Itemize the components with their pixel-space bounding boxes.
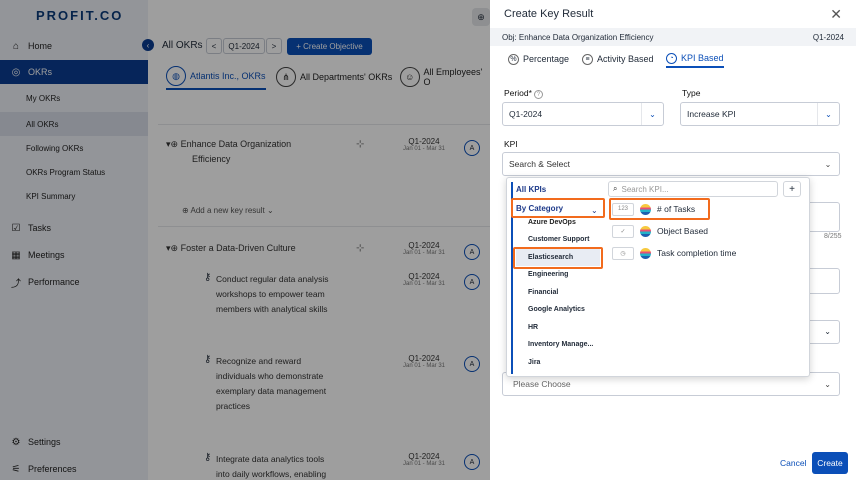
kpi-placeholder: Search & Select bbox=[509, 159, 570, 169]
by-category-highlight bbox=[511, 198, 605, 218]
clock-type-icon: ◷ bbox=[612, 246, 634, 260]
create-button[interactable]: Create bbox=[812, 452, 848, 474]
kpi-icon: ◔ bbox=[666, 52, 677, 64]
type-select[interactable]: Increase KPI ⌄ bbox=[680, 102, 840, 126]
chevron-down-icon: ⌄ bbox=[817, 103, 839, 125]
elasticsearch-highlight bbox=[513, 247, 603, 269]
kpi-tasks-highlight bbox=[609, 198, 710, 220]
category-item[interactable]: Customer Support bbox=[528, 236, 589, 243]
kpi-search-input[interactable]: ⌕ Search KPI... bbox=[608, 181, 778, 197]
objective-name: Obj: Enhance Data Organization Efficienc… bbox=[502, 32, 654, 42]
chevron-down-icon: ⌄ bbox=[824, 379, 831, 389]
kpi-name: Object Based bbox=[657, 226, 709, 236]
add-kpi-button[interactable]: + bbox=[783, 181, 801, 197]
category-item[interactable]: Financial bbox=[528, 289, 558, 296]
period-select[interactable]: Q1-2024 ⌄ bbox=[502, 102, 664, 126]
char-counter: 8/255 bbox=[824, 233, 842, 240]
tab-activity-based[interactable]: ≡ Activity Based bbox=[582, 50, 654, 68]
please-choose-text: Please Choose bbox=[513, 379, 571, 389]
category-item[interactable]: Inventory Manage... bbox=[528, 341, 593, 348]
category-item[interactable]: Engineering bbox=[528, 271, 568, 278]
tab-label: KPI Based bbox=[681, 53, 724, 63]
check-type-icon: ✓ bbox=[612, 224, 634, 238]
elasticsearch-icon bbox=[640, 247, 651, 259]
category-item[interactable]: HR bbox=[528, 324, 538, 331]
all-kpis-option[interactable]: All KPIs bbox=[516, 185, 546, 194]
percent-icon: % bbox=[508, 53, 519, 65]
category-item[interactable]: Jira bbox=[528, 359, 540, 366]
category-item[interactable]: Azure DevOps bbox=[528, 219, 576, 226]
kpi-item[interactable]: ✓ Object Based bbox=[612, 222, 708, 240]
kpi-item[interactable]: ◷ Task completion time bbox=[612, 244, 736, 262]
chevron-down-icon: ⌄ bbox=[641, 103, 663, 125]
objective-period: Q1-2024 bbox=[812, 32, 844, 42]
cancel-button[interactable]: Cancel bbox=[780, 458, 806, 468]
modal-backdrop[interactable] bbox=[0, 0, 490, 480]
period-label: Period*? bbox=[504, 88, 543, 99]
drawer-title: Create Key Result bbox=[504, 8, 594, 20]
period-label-text: Period* bbox=[504, 88, 532, 98]
help-icon[interactable]: ? bbox=[533, 90, 543, 99]
close-icon[interactable]: ✕ bbox=[830, 6, 842, 23]
chevron-down-icon: ⌄ bbox=[824, 327, 831, 336]
search-placeholder: Search KPI... bbox=[621, 184, 669, 194]
tab-label: Percentage bbox=[523, 54, 570, 64]
objective-info-bar: Obj: Enhance Data Organization Efficienc… bbox=[490, 28, 856, 46]
tab-kpi-based[interactable]: ◔ KPI Based bbox=[666, 50, 724, 68]
activity-icon: ≡ bbox=[582, 53, 593, 65]
type-label: Type bbox=[682, 88, 701, 98]
tab-percentage[interactable]: % Percentage bbox=[508, 50, 569, 68]
search-icon: ⌕ bbox=[613, 184, 618, 193]
kpi-label: KPI bbox=[504, 139, 518, 149]
kpi-select[interactable]: Search & Select ⌄ bbox=[502, 152, 840, 176]
elasticsearch-icon bbox=[640, 225, 651, 237]
chevron-down-icon: ⌄ bbox=[824, 159, 832, 169]
category-item[interactable]: Google Analytics bbox=[528, 306, 585, 313]
tab-label: Activity Based bbox=[597, 54, 654, 64]
period-value: Q1-2024 bbox=[509, 109, 543, 119]
kpi-name: Task completion time bbox=[657, 248, 737, 258]
type-value: Increase KPI bbox=[687, 109, 736, 119]
